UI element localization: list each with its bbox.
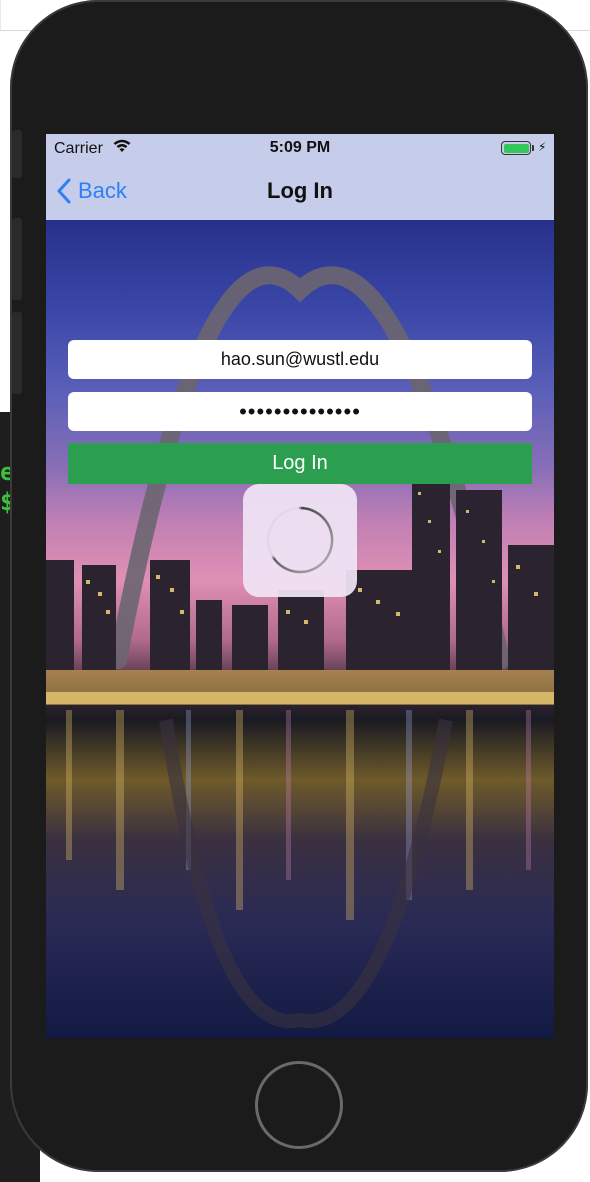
password-field[interactable]: •••••••••••••• <box>68 392 532 431</box>
status-bar: Carrier 5:09 PM ⚡︎ <box>46 134 554 162</box>
login-button[interactable]: Log In <box>68 443 532 484</box>
battery-level <box>503 143 529 153</box>
volume-down-button <box>12 312 22 394</box>
loading-hud <box>243 484 357 597</box>
email-field[interactable]: hao.sun@wustl.edu <box>68 340 532 379</box>
battery-cap <box>532 145 534 151</box>
battery-icon <box>501 141 531 155</box>
side-button <box>12 130 22 178</box>
charging-bolt-icon: ⚡︎ <box>538 140 547 154</box>
page-title: Log In <box>267 178 333 203</box>
device-screen: Carrier 5:09 PM ⚡︎ Back Log In hao.sun@w… <box>46 134 554 1038</box>
navigation-bar: Back Log In <box>46 162 554 220</box>
status-time: 5:09 PM <box>269 139 331 156</box>
activity-spinner-icon <box>266 506 334 574</box>
home-button[interactable] <box>255 1061 343 1149</box>
volume-up-button <box>12 218 22 300</box>
